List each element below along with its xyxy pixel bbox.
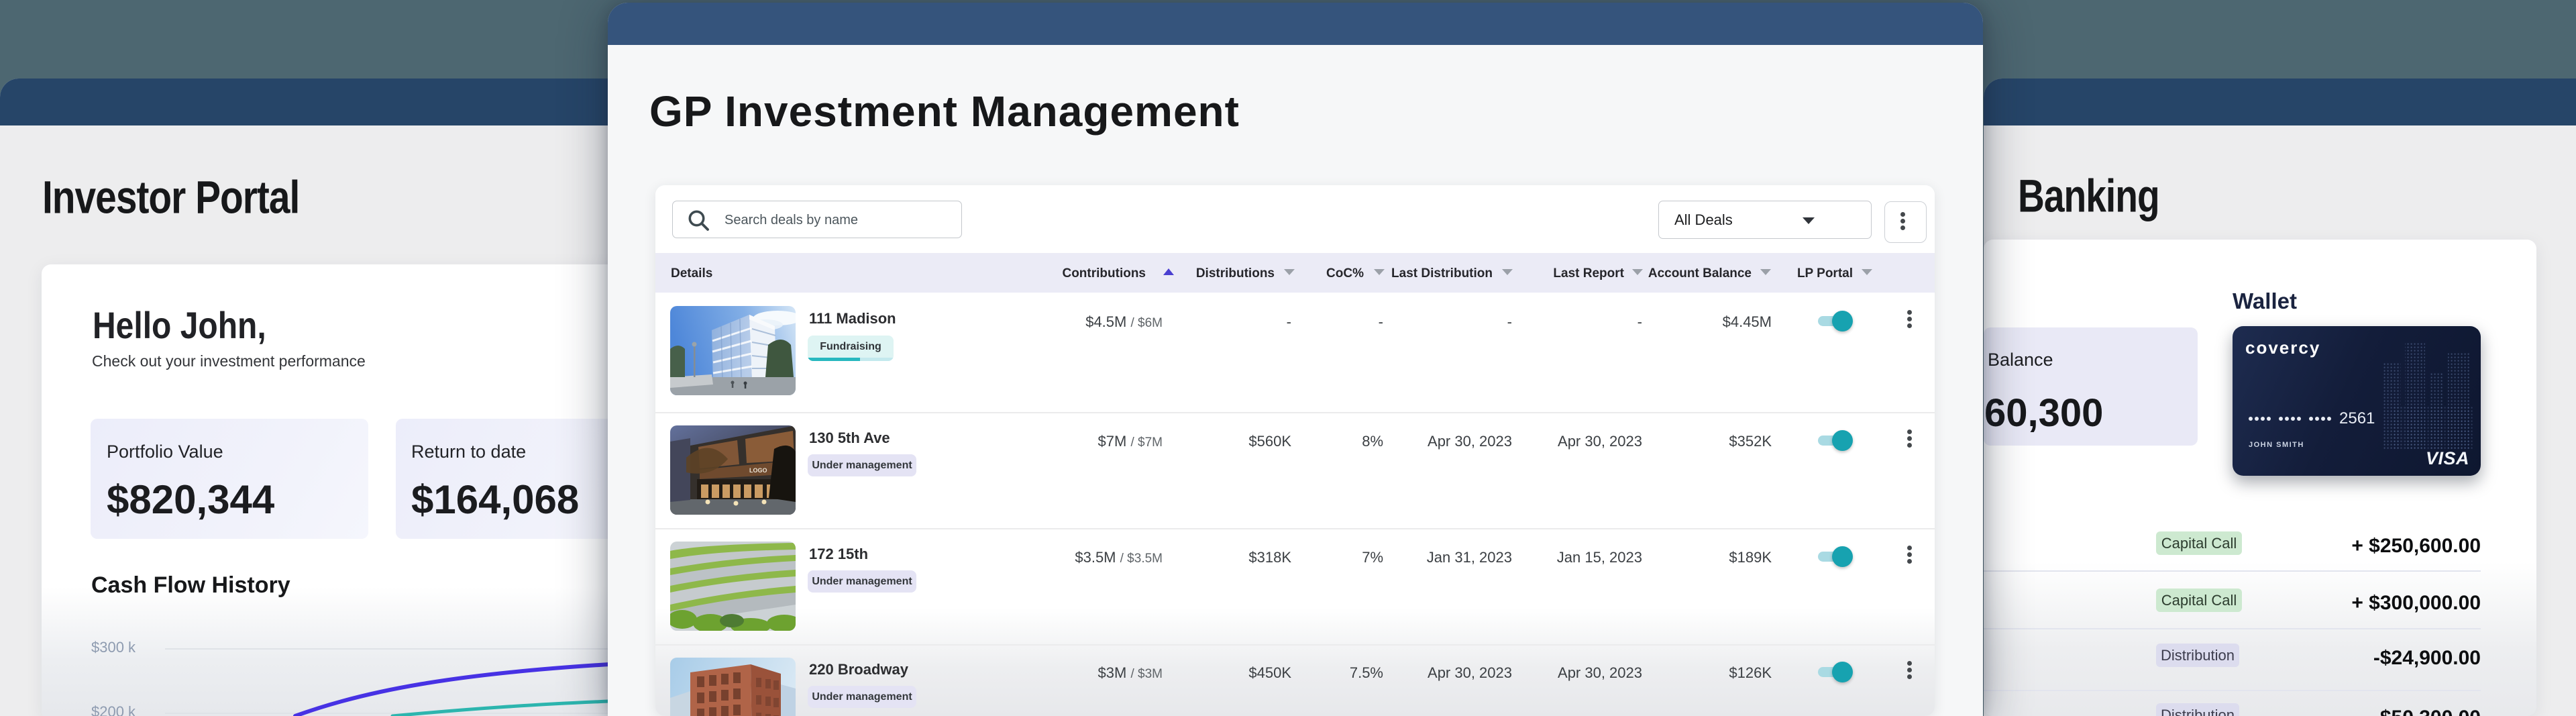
svg-text:LOGO: LOGO <box>749 467 767 474</box>
